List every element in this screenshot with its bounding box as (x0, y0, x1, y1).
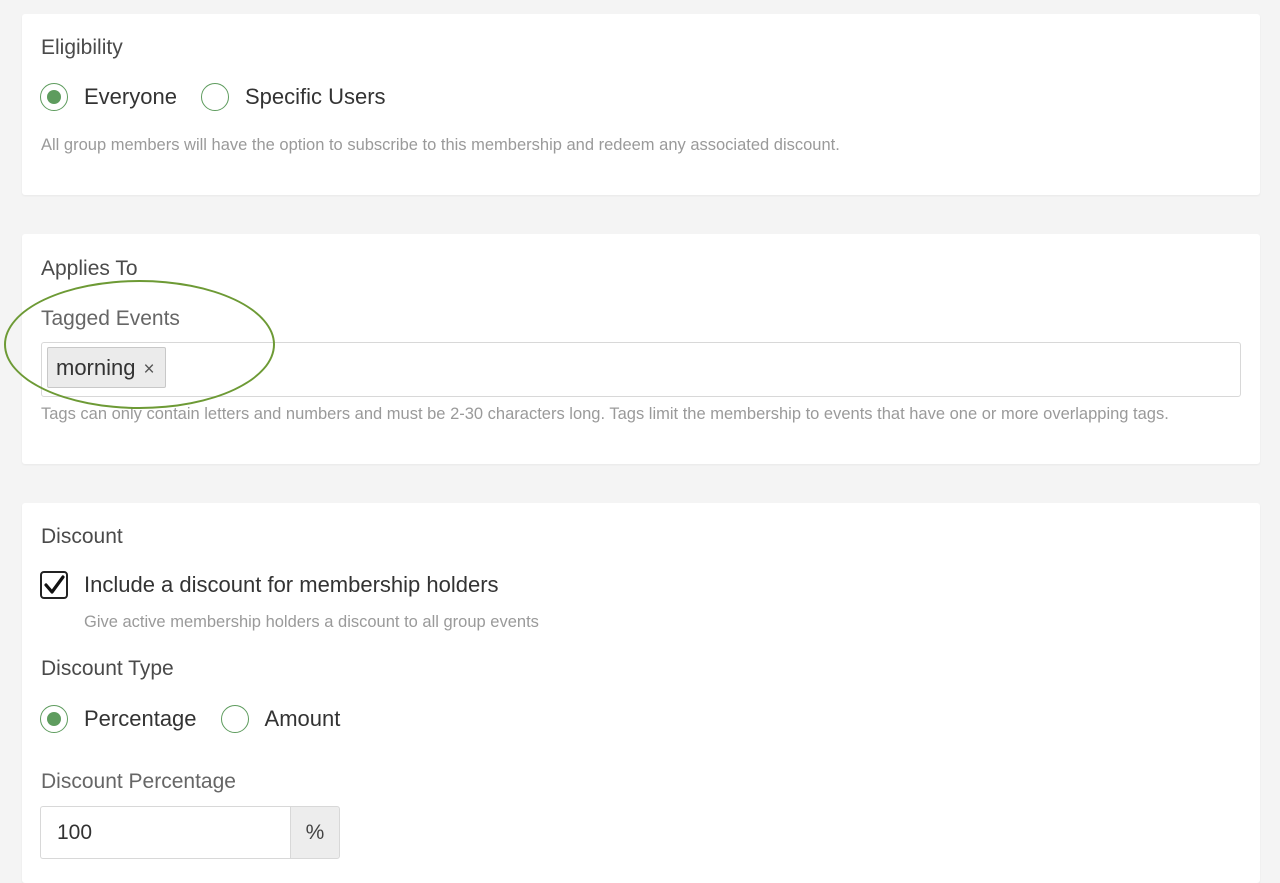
radio-unchecked-icon[interactable] (220, 705, 249, 733)
radio-label-everyone: Everyone (84, 84, 177, 109)
discount-percentage-group: % (40, 806, 340, 859)
radio-everyone[interactable]: Everyone (40, 83, 177, 111)
radio-unchecked-icon[interactable] (200, 83, 229, 111)
applies-to-card: Applies To Tagged Events morning × Tags … (22, 234, 1260, 464)
discount-percentage-label: Discount Percentage (41, 770, 236, 793)
radio-checked-icon[interactable] (40, 705, 68, 733)
discount-checkbox-help: Give active membership holders a discoun… (84, 613, 539, 631)
percent-addon: % (290, 806, 340, 859)
eligibility-card: Eligibility Everyone Specific Users All … (22, 14, 1260, 195)
radio-specific-users[interactable]: Specific Users (200, 83, 386, 111)
radio-label-amount: Amount (264, 706, 341, 731)
radio-label-specific-users: Specific Users (244, 84, 386, 109)
applies-to-title: Applies To (41, 257, 138, 280)
tagged-events-input[interactable]: morning × (41, 342, 1241, 397)
radio-checked-icon[interactable] (40, 83, 68, 111)
radio-amount[interactable]: Amount (220, 705, 341, 733)
radio-percentage[interactable]: Percentage (40, 705, 197, 733)
tagged-events-label: Tagged Events (41, 307, 180, 330)
eligibility-title: Eligibility (41, 36, 123, 59)
radio-label-percentage: Percentage (84, 706, 197, 731)
discount-card: Discount Include a discount for membersh… (22, 503, 1260, 883)
eligibility-radio-group: Everyone Specific Users (40, 83, 410, 111)
discount-checkbox-row[interactable]: Include a discount for membership holder… (40, 571, 499, 599)
checkbox-checked-icon[interactable] (40, 571, 68, 599)
discount-type-radio-group: Percentage Amount (40, 705, 364, 733)
eligibility-help-text: All group members will have the option t… (41, 136, 840, 154)
tags-help-text: Tags can only contain letters and number… (41, 405, 1169, 423)
discount-type-title: Discount Type (41, 657, 174, 680)
discount-checkbox-label: Include a discount for membership holder… (84, 572, 499, 597)
discount-percentage-input[interactable] (40, 806, 290, 859)
tag-label: morning (56, 354, 136, 380)
discount-title: Discount (41, 525, 123, 548)
tag-remove-icon[interactable]: × (143, 359, 154, 381)
tag-chip: morning × (47, 347, 166, 388)
